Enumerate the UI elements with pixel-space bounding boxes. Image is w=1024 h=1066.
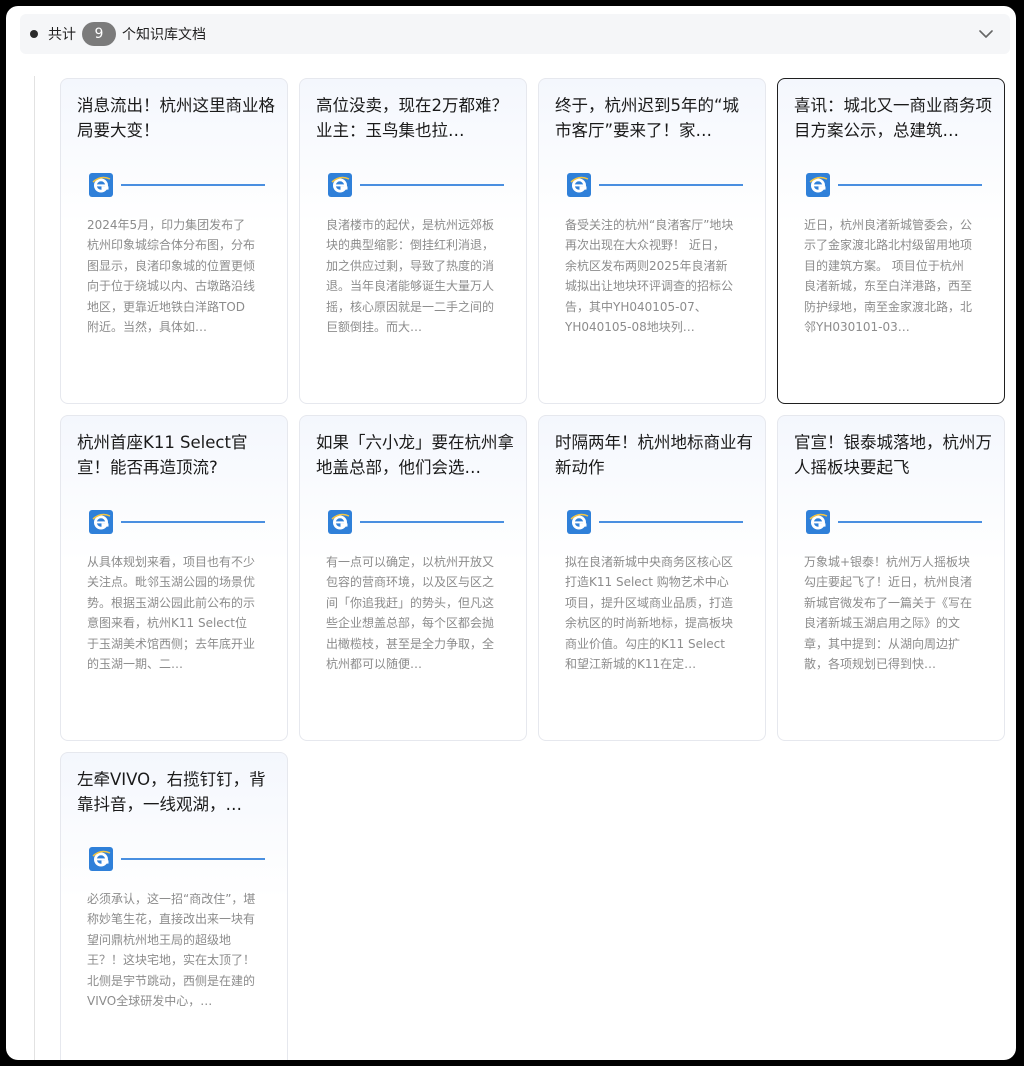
document-title: 官宣！银泰城落地，杭州万人摇板块要起飞 [794, 433, 992, 477]
source-underline [838, 184, 982, 186]
document-title: 终于，杭州迟到5年的“城市客厅”要来了！家… [555, 96, 740, 140]
document-card[interactable]: 官宣！银泰城落地，杭州万人摇板块要起飞 万象城+银泰！杭州万人摇板块勾庄要起飞了… [777, 415, 1005, 741]
document-title: 消息流出！杭州这里商业格局要大变！ [77, 96, 275, 140]
document-card-grid: 消息流出！杭州这里商业格局要大变！ 2024年5月，印力集团发布了杭州印象城综合… [60, 78, 1005, 1060]
document-title: 左牵VIVO，右揽钉钉，背靠抖音，一线观湖，… [77, 770, 266, 814]
browser-e-icon [806, 510, 830, 534]
browser-e-icon [89, 847, 113, 871]
browser-e-icon [89, 510, 113, 534]
document-excerpt: 从具体规划来看，项目也有不少关注点。毗邻玉湖公园的场景优势。根据玉湖公园此前公布… [87, 555, 256, 672]
document-excerpt: 近日，杭州良渚新城管委会，公示了金家渡北路北村级留用地项目的建筑方案。 项目位于… [804, 218, 973, 335]
document-card[interactable]: 左牵VIVO，右揽钉钉，背靠抖音，一线观湖，… 必须承认，这一招“商改住”，堪称… [60, 752, 288, 1060]
source-underline [599, 184, 743, 186]
document-source [328, 173, 504, 197]
count-suffix: 个知识库文档 [122, 27, 206, 43]
bullet-dot [30, 30, 38, 38]
browser-e-icon [89, 173, 113, 197]
source-underline [360, 521, 504, 523]
source-underline [360, 184, 504, 186]
document-card[interactable]: 时隔两年！杭州地标商业有新动作 拟在良渚新城中央商务区核心区打造K11 Sele… [538, 415, 766, 741]
documents-header[interactable]: 共计 9 个知识库文档 [20, 14, 1010, 54]
document-title: 时隔两年！杭州地标商业有新动作 [555, 433, 753, 477]
tree-guide-line [34, 76, 35, 1060]
source-underline [121, 184, 265, 186]
source-underline [121, 521, 265, 523]
document-excerpt: 拟在良渚新城中央商务区核心区打造K11 Select 购物艺术中心项目，提升区域… [565, 555, 734, 672]
document-source [328, 510, 504, 534]
document-source [89, 173, 265, 197]
document-source [567, 510, 743, 534]
document-source [89, 510, 265, 534]
knowledge-base-panel: 共计 9 个知识库文档 消息流出！杭州这里商业格局要大变！ 2024年5月，印力… [6, 6, 1016, 1060]
source-underline [599, 521, 743, 523]
document-title: 如果「六小龙」要在杭州拿地盖总部，他们会选… [316, 433, 514, 477]
document-excerpt: 2024年5月，印力集团发布了杭州印象城综合体分布图，分布图显示，良渚印象城的位… [87, 218, 256, 335]
browser-e-icon [328, 510, 352, 534]
document-excerpt: 必须承认，这一招“商改住”，堪称妙笔生花，直接改出来一块有望问鼎杭州地王局的超级… [87, 892, 256, 1009]
document-count-badge: 9 [82, 22, 116, 46]
browser-e-icon [567, 510, 591, 534]
document-source [806, 173, 982, 197]
chevron-down-icon[interactable] [976, 24, 996, 44]
document-source [806, 510, 982, 534]
document-excerpt: 备受关注的杭州“良渚客厅”地块再次出现在大众视野！ 近日，余杭区发布两则2025… [565, 218, 734, 335]
document-card[interactable]: 喜讯：城北又一商业商务项目方案公示，总建筑… 近日，杭州良渚新城管委会，公示了金… [777, 78, 1005, 404]
browser-e-icon [328, 173, 352, 197]
document-source [567, 173, 743, 197]
document-title: 喜讯：城北又一商业商务项目方案公示，总建筑… [794, 96, 992, 140]
source-underline [838, 521, 982, 523]
source-underline [121, 858, 265, 860]
document-excerpt: 良渚楼市的起伏，是杭州远郊板块的典型缩影：倒挂红利消退，加之供应过剩，导致了热度… [326, 218, 495, 335]
browser-e-icon [806, 173, 830, 197]
document-card[interactable]: 高位没卖，现在2万都难？业主：玉鸟集也拉… 良渚楼市的起伏，是杭州远郊板块的典型… [299, 78, 527, 404]
document-card[interactable]: 如果「六小龙」要在杭州拿地盖总部，他们会选… 有一点可以确定，以杭州开放又包容的… [299, 415, 527, 741]
document-card[interactable]: 杭州首座K11 Select官宣！能否再造顶流? 从具体规划来看，项目也有不少关… [60, 415, 288, 741]
document-source [89, 847, 265, 871]
document-excerpt: 万象城+银泰！杭州万人摇板块勾庄要起飞了！近日，杭州良渚新城官微发布了一篇关于《… [804, 555, 973, 672]
document-excerpt: 有一点可以确定，以杭州开放又包容的营商环境，以及区与区之间「你追我赶」的势头，但… [326, 555, 495, 672]
browser-e-icon [567, 173, 591, 197]
document-title: 高位没卖，现在2万都难？业主：玉鸟集也拉… [316, 96, 508, 140]
document-card[interactable]: 消息流出！杭州这里商业格局要大变！ 2024年5月，印力集团发布了杭州印象城综合… [60, 78, 288, 404]
document-card[interactable]: 终于，杭州迟到5年的“城市客厅”要来了！家… 备受关注的杭州“良渚客厅”地块再次… [538, 78, 766, 404]
document-title: 杭州首座K11 Select官宣！能否再造顶流? [77, 433, 248, 477]
count-prefix: 共计 [48, 27, 76, 43]
